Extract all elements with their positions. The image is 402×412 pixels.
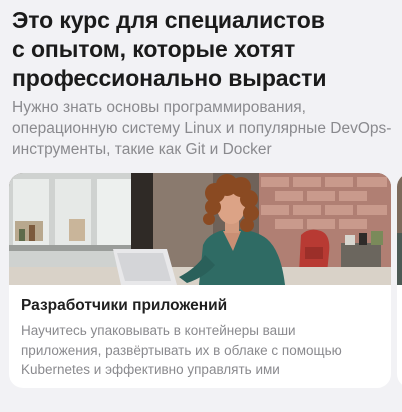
developer-at-laptop-photo	[9, 173, 391, 285]
audience-card-app-developers[interactable]: Разработчики приложений Научитесь упаков…	[9, 173, 391, 388]
card-description: Научитесь упаковывать в контейнеры ваши …	[21, 321, 381, 380]
next-card-peek[interactable]	[397, 173, 402, 388]
subtitle-line-1: Нужно знать основы программирования,	[12, 99, 306, 116]
page-heading: Это курс для специалистов с опытом, кото…	[12, 6, 402, 93]
page-subtitle: Нужно знать основы программирования, опе…	[12, 97, 402, 160]
card-description-line-1: Научитесь упаковывать в контейнеры ваши	[21, 323, 296, 338]
heading-line-1: Это курс для специалистов	[12, 7, 325, 33]
subtitle-line-3: инструменты, такие как Git и Docker	[12, 141, 272, 158]
card-title: Разработчики приложений	[21, 297, 228, 314]
subtitle-line-2: операционную систему Linux и популярные …	[12, 120, 392, 137]
heading-line-3: профессионально вырасти	[12, 65, 327, 91]
card-description-line-2: приложения, развёртывать их в облаке с п…	[21, 342, 342, 358]
card-description-line-3: Kubernetes и эффективно управлять ими	[21, 362, 280, 377]
next-card-photo	[397, 173, 402, 285]
heading-line-2: с опытом, которые хотят	[12, 36, 296, 62]
